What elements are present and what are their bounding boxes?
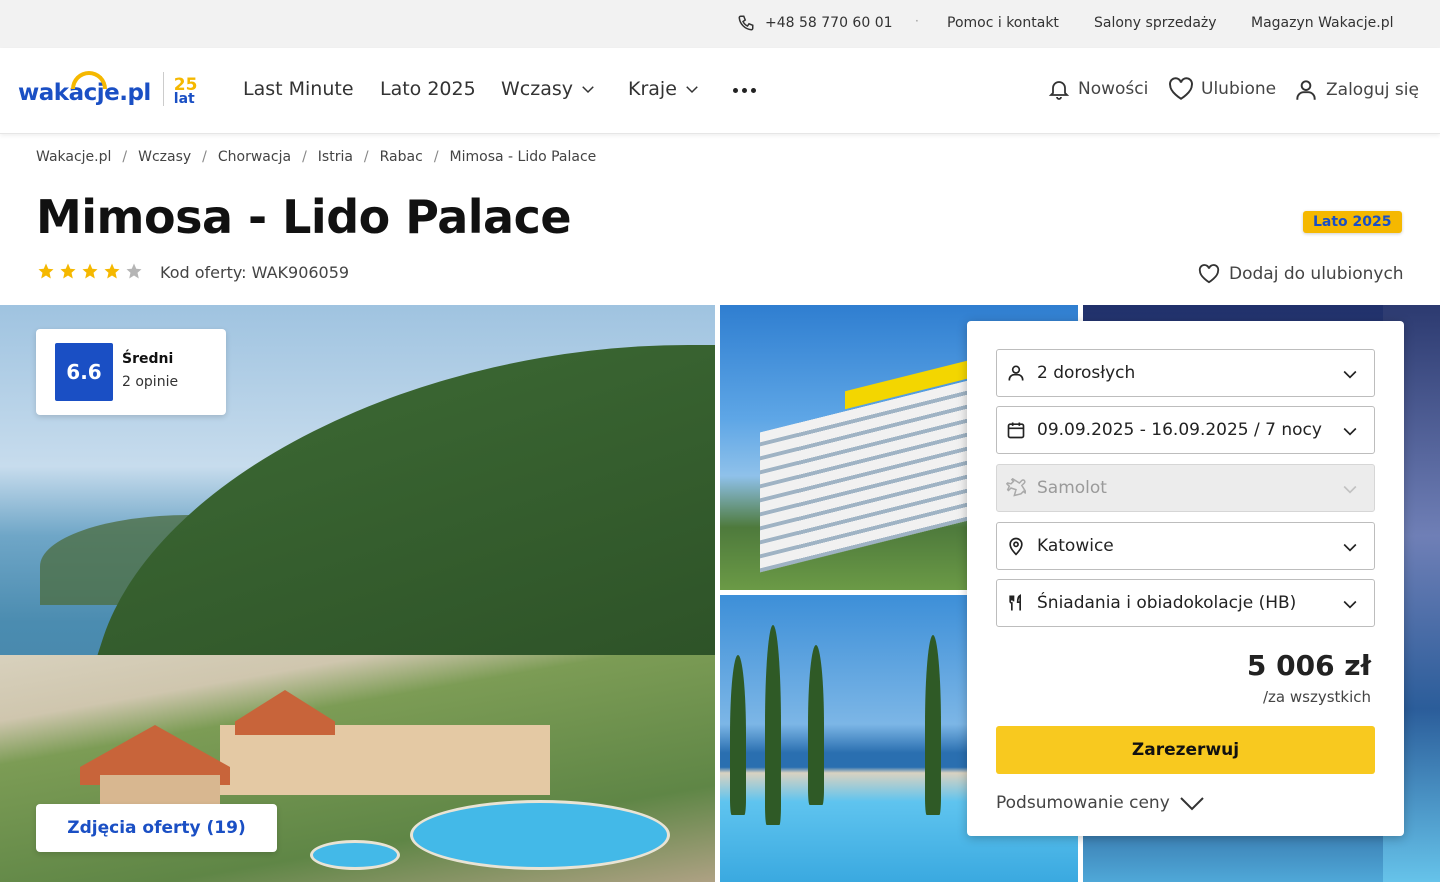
favorites-button[interactable]: Ulubione (1168, 77, 1276, 101)
chevron-down-icon (582, 86, 594, 94)
season-badge: Lato 2025 (1303, 211, 1402, 233)
breadcrumb-item[interactable]: Chorwacja (218, 149, 291, 165)
chevron-down-icon (1343, 600, 1357, 609)
breadcrumb-item[interactable]: Istria (318, 149, 353, 165)
chevron-down-icon (1343, 485, 1357, 494)
booking-panel: 2 dorosłych 09.09.2025 - 16.09.2025 / 7 … (967, 321, 1404, 836)
more-menu-icon[interactable] (733, 88, 756, 93)
departure-select[interactable]: Katowice (996, 522, 1375, 570)
gallery-button[interactable]: Zdjęcia oferty (19) (36, 804, 277, 852)
chevron-down-icon (1343, 370, 1357, 379)
star-icon (82, 263, 98, 279)
breadcrumb-current: Mimosa - Lido Palace (449, 149, 597, 165)
nav-wczasy[interactable]: Wczasy (501, 78, 597, 100)
star-rating (37, 262, 143, 280)
chevron-down-icon (1180, 797, 1204, 811)
chevron-down-icon (1343, 543, 1357, 552)
breadcrumb-item[interactable]: Rabac (380, 149, 423, 165)
rating-label: Średni (122, 351, 174, 367)
rating-card[interactable]: 6.6 Średni 2 opinie (36, 329, 226, 415)
price-summary-toggle[interactable]: Podsumowanie ceny (996, 793, 1206, 813)
heart-icon (1169, 77, 1193, 100)
logo-sun-arc (71, 71, 107, 89)
breadcrumb: Wakacje.pl / Wczasy / Chorwacja / Istria / R… (36, 149, 597, 165)
cutlery-icon (1009, 594, 1021, 611)
location-pin-icon (1009, 537, 1023, 556)
star-empty-icon (126, 263, 142, 279)
add-to-favorites-button[interactable]: Dodaj do ulubionych (1198, 264, 1404, 284)
rating-score: 6.6 (55, 343, 113, 401)
dates-select[interactable]: 09.09.2025 - 16.09.2025 / 7 nocy (996, 406, 1375, 454)
guests-value: 2 dorosłych (1037, 363, 1136, 383)
plane-icon (1006, 478, 1026, 497)
board-select[interactable]: Śniadania i obiadokolacje (HB) (996, 579, 1375, 627)
heart-icon (1198, 264, 1220, 284)
login-button[interactable]: Zaloguj się (1293, 77, 1419, 103)
phone-icon (738, 15, 754, 31)
star-icon (60, 263, 76, 279)
board-value: Śniadania i obiadokolacje (HB) (1037, 593, 1297, 613)
guests-select[interactable]: 2 dorosłych (996, 349, 1375, 397)
user-icon (1296, 80, 1316, 100)
nav-last-minute[interactable]: Last Minute (243, 78, 354, 100)
logo-divider (162, 72, 164, 106)
topbar-separator: · (915, 14, 919, 28)
help-contact-link[interactable]: Pomoc i kontakt (947, 15, 1059, 31)
logo-anniversary: 25 lat (173, 75, 198, 107)
nav-kraje[interactable]: Kraje (628, 78, 701, 100)
star-icon (104, 263, 120, 279)
user-icon (1008, 365, 1024, 381)
chevron-down-icon (1343, 427, 1357, 436)
main-header: wakacje.pl 25 lat Last Minute Lato 2025 … (0, 48, 1440, 134)
logo-wordmark: wakacje.pl (18, 71, 151, 106)
transport-value: Samolot (1037, 478, 1107, 498)
transport-select: Samolot (996, 464, 1375, 512)
calendar-icon (1007, 422, 1025, 439)
magazine-link[interactable]: Magazyn Wakacje.pl (1251, 15, 1393, 31)
sales-offices-link[interactable]: Salony sprzedaży (1094, 15, 1217, 31)
breadcrumb-item[interactable]: Wczasy (138, 149, 191, 165)
offer-code: Kod oferty: WAK906059 (160, 263, 350, 282)
total-price: 5 006 zł (1246, 649, 1371, 682)
breadcrumb-item[interactable]: Wakacje.pl (36, 149, 111, 165)
reserve-button[interactable]: Zarezerwuj (996, 726, 1375, 774)
dates-value: 09.09.2025 - 16.09.2025 / 7 nocy (1037, 420, 1322, 440)
chevron-down-icon (686, 86, 698, 94)
departure-value: Katowice (1037, 536, 1114, 556)
bell-icon (1048, 81, 1070, 100)
star-icon (38, 263, 54, 279)
phone-link[interactable]: +48 58 770 60 01 (737, 14, 893, 32)
top-utility-bar: +48 58 770 60 01 · Pomoc i kontakt Salon… (0, 0, 1440, 48)
page-title: Mimosa - Lido Palace (36, 190, 572, 244)
review-count: 2 opinie (122, 374, 179, 390)
logo[interactable]: wakacje.pl 25 lat (18, 71, 198, 107)
news-button[interactable]: Nowości (1047, 77, 1148, 101)
price-note: /za wszystkich (1262, 688, 1371, 706)
nav-lato-2025[interactable]: Lato 2025 (380, 78, 476, 100)
phone-number: +48 58 770 60 01 (765, 15, 893, 31)
